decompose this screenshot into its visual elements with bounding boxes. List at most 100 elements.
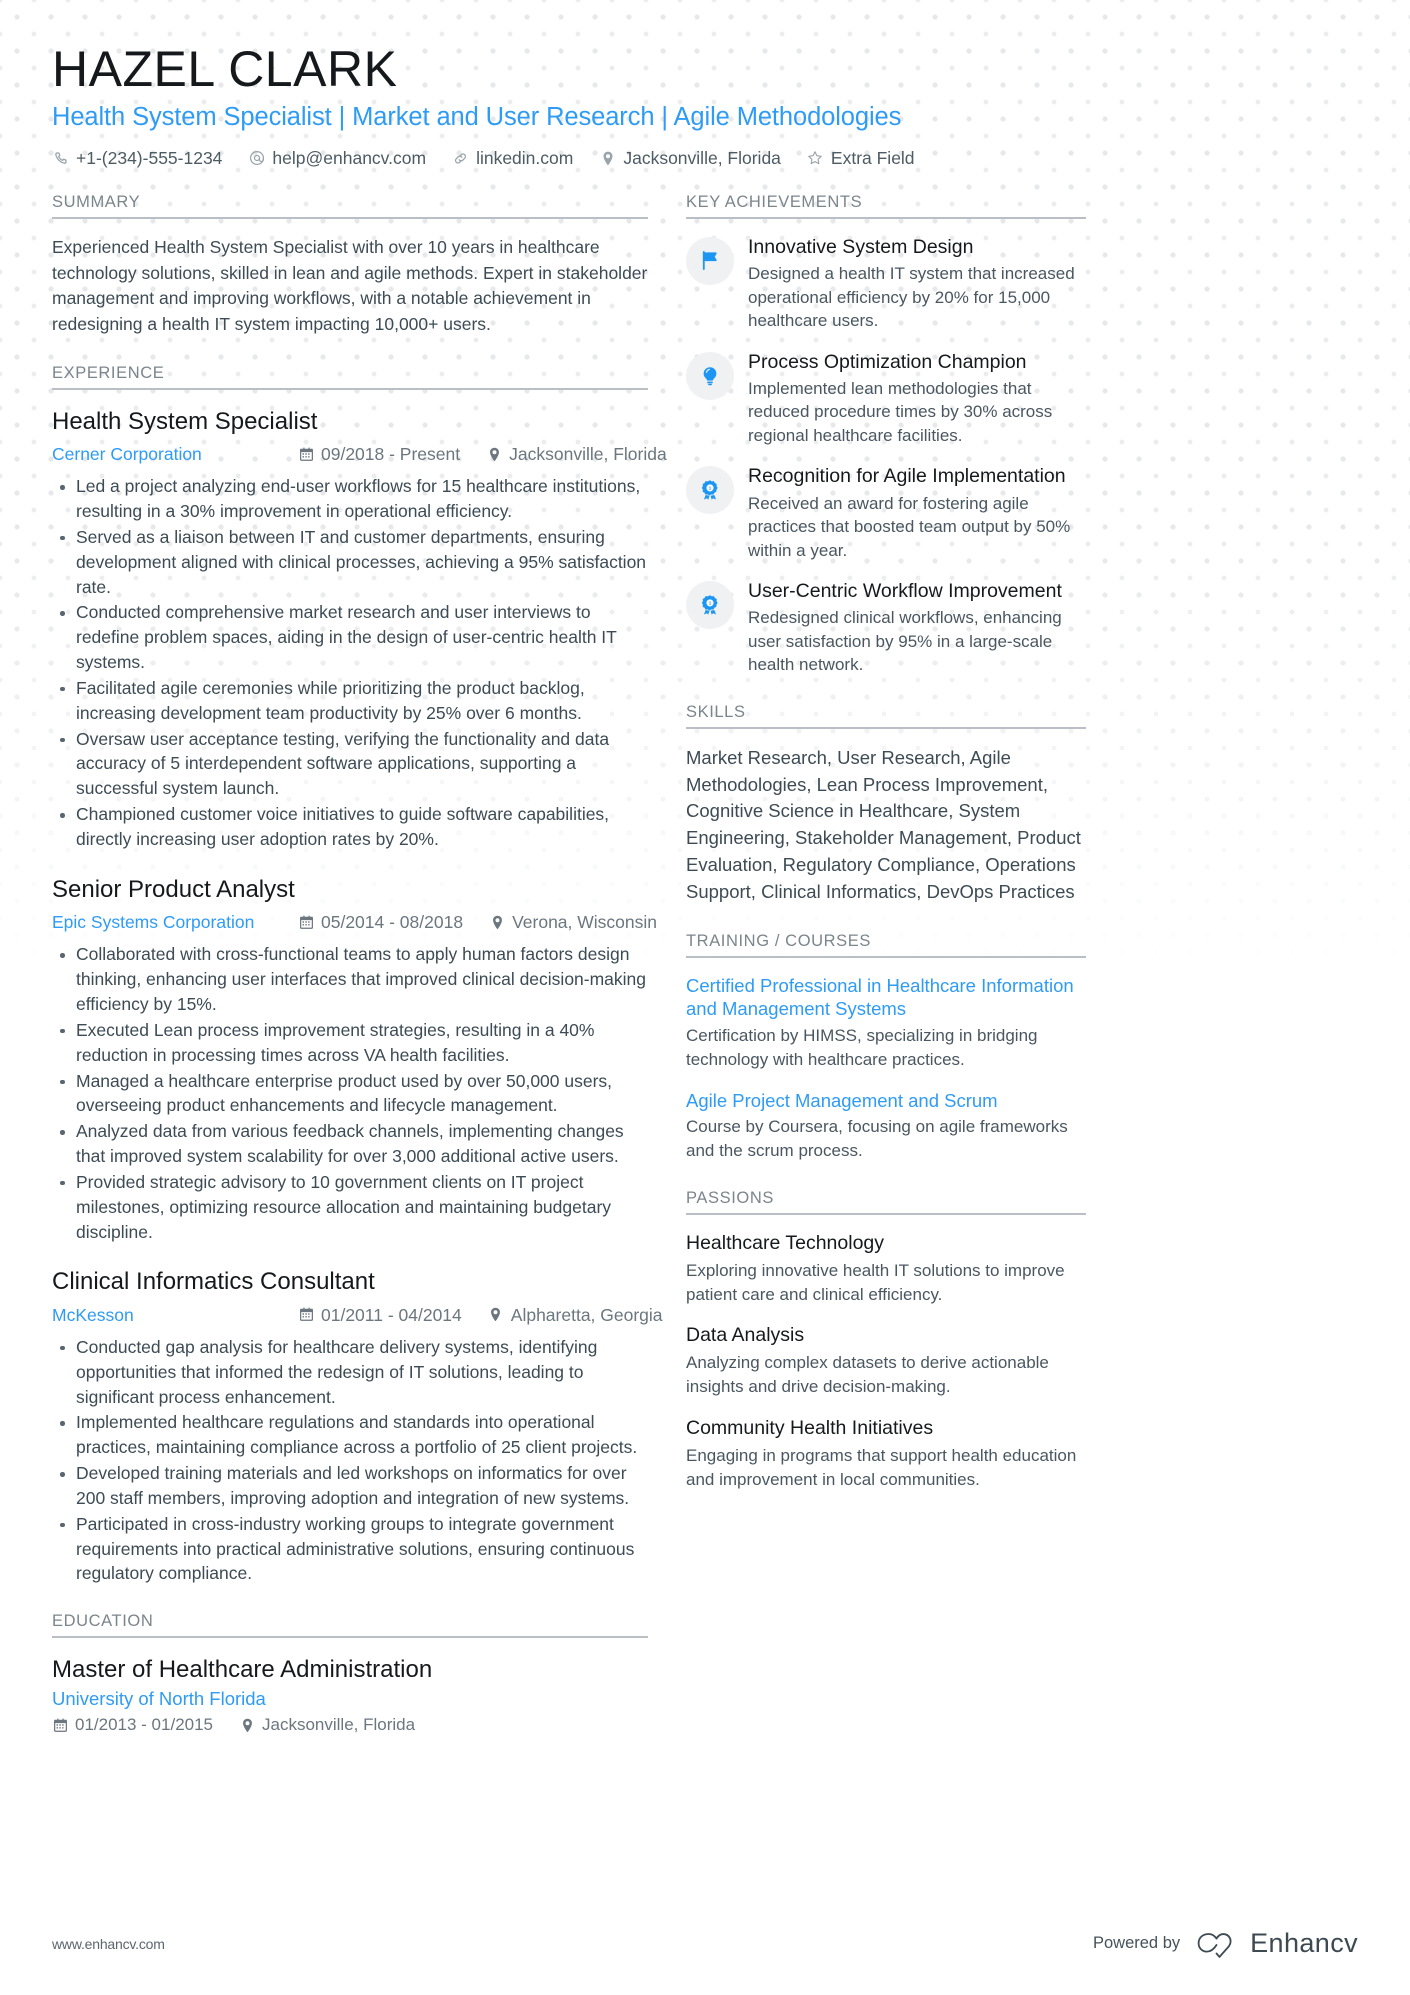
job-bullet: Analyzed data from various feedback chan…: [52, 1119, 648, 1169]
achievement-title: User-Centric Workflow Improvement: [748, 580, 1062, 603]
job-title: Clinical Informatics Consultant: [52, 1268, 375, 1296]
job-dates: 01/2011 - 04/2014: [298, 1302, 462, 1328]
key-achievement-item: 1 User-Centric Workflow Improvement Rede…: [686, 579, 1086, 677]
job-company[interactable]: McKesson: [52, 1302, 298, 1328]
achievement-description: Redesigned clinical workflows, enhancing…: [748, 608, 1062, 675]
passion-title: Community Health Initiatives: [686, 1416, 934, 1439]
job-bullet: Served as a liaison between IT and custo…: [52, 525, 648, 600]
job-location-text: Jacksonville, Florida: [509, 443, 667, 464]
resume-content: HAZEL CLARK Health System Specialist | M…: [0, 0, 1410, 1761]
contact-phone[interactable]: +1-(234)-555-1234: [52, 148, 222, 169]
key-achievement-item: 1 Recognition for Agile Implementation R…: [686, 464, 1086, 562]
education-item: Master of Healthcare Administration Univ…: [52, 1654, 648, 1735]
job-bullets: Led a project analyzing end-user workflo…: [52, 474, 648, 852]
achievement-title: Recognition for Agile Implementation: [748, 465, 1066, 488]
job-meta: Epic Systems Corporation 05/2014 - 08/20…: [52, 909, 657, 935]
education-location: Jacksonville, Florida: [239, 1715, 415, 1735]
achievement-icon-badge: 1: [686, 581, 734, 630]
passion-description: Engaging in programs that support health…: [686, 1445, 1077, 1489]
job-company[interactable]: Epic Systems Corporation: [52, 909, 298, 935]
education-section-title: EDUCATION: [52, 1612, 648, 1639]
star-icon: [807, 150, 824, 167]
contact-location[interactable]: Jacksonville, Florida: [599, 148, 781, 169]
education-dates: 01/2013 - 01/2015: [52, 1715, 213, 1735]
passions-section-title: PASSIONS: [686, 1189, 1086, 1215]
enhancv-brand[interactable]: Enhancv: [1194, 1928, 1358, 1959]
contact-extra-field-text: Extra Field: [830, 147, 915, 168]
contact-phone-text: +1-(234)-555-1234: [76, 147, 223, 168]
training-title[interactable]: Agile Project Management and Scrum: [686, 1089, 1086, 1113]
key-achievement-item: Process Optimization Champion Implemente…: [686, 350, 1086, 448]
achievement-description: Received an award for fostering agile pr…: [748, 493, 1071, 560]
job-meta: Cerner Corporation 09/2018 - Present Jac…: [52, 441, 667, 467]
resume-footer: www.enhancv.com Powered by Enhancv: [0, 1928, 1410, 1959]
job-company[interactable]: Cerner Corporation: [52, 441, 298, 467]
job-dates-text: 09/2018 - Present: [321, 443, 461, 464]
training-description: Certification by HIMSS, specializing in …: [686, 1026, 1038, 1069]
passion-description: Analyzing complex datasets to derive act…: [686, 1353, 1049, 1397]
achievement-icon-badge: 1: [686, 466, 734, 515]
passion-item: Data Analysis Analyzing complex datasets…: [686, 1323, 1086, 1399]
lightbulb-icon: [699, 365, 721, 387]
candidate-name: HAZEL CLARK: [52, 41, 398, 97]
job-bullet: Led a project analyzing end-user workflo…: [52, 474, 648, 524]
achievement-body: Recognition for Agile Implementation Rec…: [748, 464, 1086, 562]
enhancv-logo-icon: [1194, 1929, 1240, 1959]
summary-text: Experienced Health System Specialist wit…: [52, 236, 648, 335]
training-section-title: TRAINING / COURSES: [686, 932, 1086, 958]
contact-bar: +1-(234)-555-1234 help@enhancv.com linke…: [52, 148, 1358, 169]
education-location-text: Jacksonville, Florida: [262, 1715, 416, 1735]
contact-extra-field[interactable]: Extra Field: [807, 148, 915, 169]
training-description: Course by Coursera, focusing on agile fr…: [686, 1117, 1068, 1161]
education-school[interactable]: University of North Florida: [52, 1688, 648, 1710]
location-pin-icon: [489, 914, 505, 930]
footer-website-url[interactable]: www.enhancv.com: [52, 1936, 165, 1952]
award-medal-icon: 1: [699, 479, 721, 501]
key-achievement-item: Innovative System Design Designed a heal…: [686, 235, 1086, 333]
education-section: EDUCATION Master of Healthcare Administr…: [52, 1612, 648, 1735]
contact-email[interactable]: help@enhancv.com: [248, 148, 426, 169]
job-location: Alpharetta, Georgia: [488, 1302, 663, 1328]
phone-icon: [52, 150, 69, 167]
job-bullet: Collaborated with cross-functional teams…: [52, 942, 648, 1017]
achievement-title: Innovative System Design: [748, 235, 974, 258]
skills-section: SKILLS Market Research, User Research, A…: [686, 703, 1086, 906]
key-achievements-section-title: KEY ACHIEVEMENTS: [686, 193, 1086, 219]
job-title: Senior Product Analyst: [52, 875, 295, 903]
link-icon: [452, 150, 469, 167]
training-item: Certified Professional in Healthcare Inf…: [686, 974, 1086, 1072]
training-title[interactable]: Certified Professional in Healthcare Inf…: [686, 974, 1086, 1021]
job-meta: McKesson 01/2011 - 04/2014 Alpharetta, G…: [52, 1302, 663, 1328]
location-pin-icon: [488, 1307, 504, 1323]
job-bullets: Conducted gap analysis for healthcare de…: [52, 1335, 648, 1586]
job-location: Verona, Wisconsin: [489, 909, 657, 935]
job-location: Jacksonville, Florida: [486, 441, 667, 467]
job-bullet: Facilitated agile ceremonies while prior…: [52, 676, 648, 726]
experience-section: EXPERIENCE Health System Specialist Cern…: [52, 364, 667, 1587]
training-section: TRAINING / COURSES Certified Professiona…: [686, 932, 1086, 1163]
resume-header: HAZEL CLARK Health System Specialist | M…: [52, 42, 1358, 169]
left-column: SUMMARY Experienced Health System Specia…: [52, 193, 667, 1762]
location-pin-icon: [239, 1717, 255, 1733]
contact-linkedin[interactable]: linkedin.com: [452, 148, 573, 169]
contact-email-text: help@enhancv.com: [272, 147, 427, 168]
achievement-icon-badge: [686, 236, 734, 285]
right-column: KEY ACHIEVEMENTS Innovative System Desig…: [686, 193, 1086, 1518]
resume-body: SUMMARY Experienced Health System Specia…: [52, 193, 1358, 1762]
job-bullets: Collaborated with cross-functional teams…: [52, 942, 648, 1244]
passion-item: Community Health Initiatives Engaging in…: [686, 1416, 1086, 1492]
job-bullet: Developed training materials and led wor…: [52, 1461, 648, 1511]
job-title: Health System Specialist: [52, 407, 318, 435]
location-pin-icon: [599, 150, 616, 167]
experience-item: Senior Product Analyst Epic Systems Corp…: [52, 874, 657, 1245]
achievement-body: Innovative System Design Designed a heal…: [748, 235, 1086, 333]
experience-item: Health System Specialist Cerner Corporat…: [52, 406, 667, 852]
calendar-icon: [298, 446, 314, 462]
email-icon: [248, 150, 265, 167]
summary-section: SUMMARY Experienced Health System Specia…: [52, 193, 648, 338]
training-item: Agile Project Management and Scrum Cours…: [686, 1089, 1086, 1163]
achievement-icon-badge: [686, 351, 734, 400]
powered-by-label: Powered by: [1092, 1934, 1181, 1952]
job-bullet: Executed Lean process improvement strate…: [52, 1018, 648, 1068]
calendar-icon: [298, 914, 314, 930]
